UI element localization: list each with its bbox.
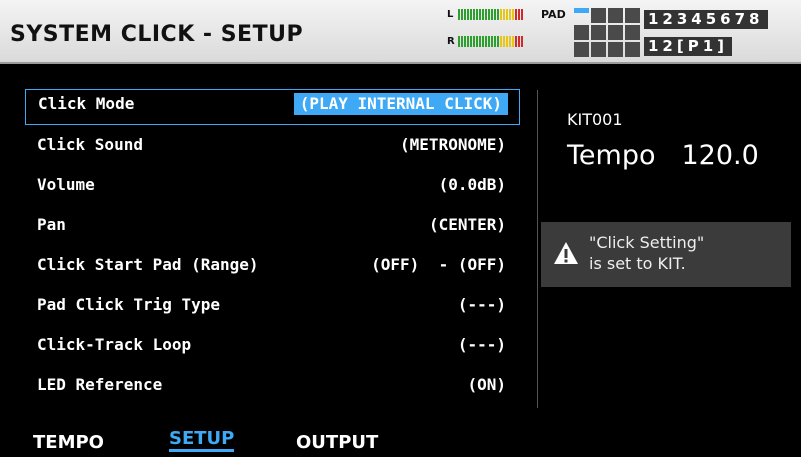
pad-label: PAD [541,8,566,21]
meter-segment [464,36,466,47]
meter-segment [518,9,520,20]
param-row-pan[interactable]: Pan (CENTER) [25,209,520,249]
param-label: Pad Click Trig Type [37,295,221,314]
param-row-volume[interactable]: Volume (0.0dB) [25,169,520,209]
meter-segment [485,36,487,47]
meter-segment [467,9,469,20]
meter-segment [509,9,511,20]
tempo-label: Tempo [567,140,656,171]
meter-segment [461,9,463,20]
meter-segment [479,36,481,47]
param-label: LED Reference [37,375,163,394]
meter-segment [488,36,490,47]
pad-indicator-grid [574,8,640,57]
notice-text: "Click Setting" is set to KIT. [589,232,704,274]
param-value[interactable]: (OFF) - (OFF) [371,255,506,274]
meter-segment [503,36,505,47]
meter-right [458,36,523,47]
meter-left-label: L [447,9,454,20]
meter-segment [512,9,514,20]
param-row-click-mode[interactable]: Click Mode (PLAY INTERNAL CLICK) [25,89,520,125]
param-value[interactable]: (METRONOME) [400,135,506,154]
tab-output[interactable]: OUTPUT [296,432,378,453]
meter-segment [500,36,502,47]
kit-name: KIT001 [567,110,623,129]
meter-segment [521,9,523,20]
meter-segment [491,9,493,20]
tempo-value: 120.0 [681,140,759,171]
meter-segment [476,36,478,47]
param-label: Click Sound [37,135,143,154]
meter-segment [506,36,508,47]
meter-segment [491,36,493,47]
param-row-click-start-pad[interactable]: Click Start Pad (Range) (OFF) - (OFF) [25,249,520,289]
meter-right-label: R [447,36,455,47]
page-title: SYSTEM CLICK - SETUP [10,22,304,47]
tab-setup[interactable]: SETUP [169,428,235,452]
param-row-led-reference[interactable]: LED Reference (ON) [25,369,520,409]
meter-segment [503,9,505,20]
meter-segment [458,9,460,20]
warning-icon [553,241,579,269]
tempo-display: Tempo 120.0 [567,140,759,171]
param-value[interactable]: (ON) [467,375,506,394]
meter-segment [506,9,508,20]
meter-segment [488,9,490,20]
meter-segment [482,36,484,47]
param-label: Click Start Pad (Range) [37,255,259,274]
click-setting-notice: "Click Setting" is set to KIT. [541,222,791,287]
meter-segment [515,36,517,47]
meter-segment [500,9,502,20]
header-bar: SYSTEM CLICK - SETUP L R PAD 12345678 12… [0,0,801,64]
meter-segment [521,36,523,47]
param-label: Volume [37,175,95,194]
meter-segment [470,9,472,20]
meter-segment [461,36,463,47]
meter-segment [482,9,484,20]
meter-segment [515,9,517,20]
param-value[interactable]: (---) [458,335,506,354]
meter-segment [497,36,499,47]
meter-segment [494,36,496,47]
meter-segment [512,36,514,47]
meter-segment [518,36,520,47]
param-value[interactable]: (PLAY INTERNAL CLICK) [293,93,508,115]
meter-segment [485,9,487,20]
param-label: Click-Track Loop [37,335,192,354]
channel-numbers: 12345678 [644,10,768,29]
notice-line-1: "Click Setting" [589,233,705,252]
param-label: Click Mode [38,94,135,113]
param-row-click-track-loop[interactable]: Click-Track Loop (---) [25,329,520,369]
meter-segment [458,36,460,47]
tab-bar: TEMPO SETUP OUTPUT [0,420,801,457]
param-value[interactable]: (---) [458,295,506,314]
meter-segment [479,9,481,20]
meter-segment [497,9,499,20]
param-value[interactable]: (CENTER) [429,215,506,234]
meter-segment [470,36,472,47]
meter-left [458,9,523,20]
pad-page-indicator: 12[P1] [644,37,733,56]
meter-segment [473,9,475,20]
tab-tempo[interactable]: TEMPO [33,432,104,453]
param-label: Pan [37,215,66,234]
meter-segment [473,36,475,47]
param-row-pad-click-trig-type[interactable]: Pad Click Trig Type (---) [25,289,520,329]
meter-segment [476,9,478,20]
meter-segment [464,9,466,20]
param-value[interactable]: (0.0dB) [439,175,506,194]
meter-segment [494,9,496,20]
meter-segment [467,36,469,47]
param-row-click-sound[interactable]: Click Sound (METRONOME) [25,129,520,169]
notice-line-2: is set to KIT. [589,254,686,273]
parameter-list: Click Mode (PLAY INTERNAL CLICK) Click S… [25,89,520,409]
panel-divider [537,90,538,408]
meter-segment [509,36,511,47]
